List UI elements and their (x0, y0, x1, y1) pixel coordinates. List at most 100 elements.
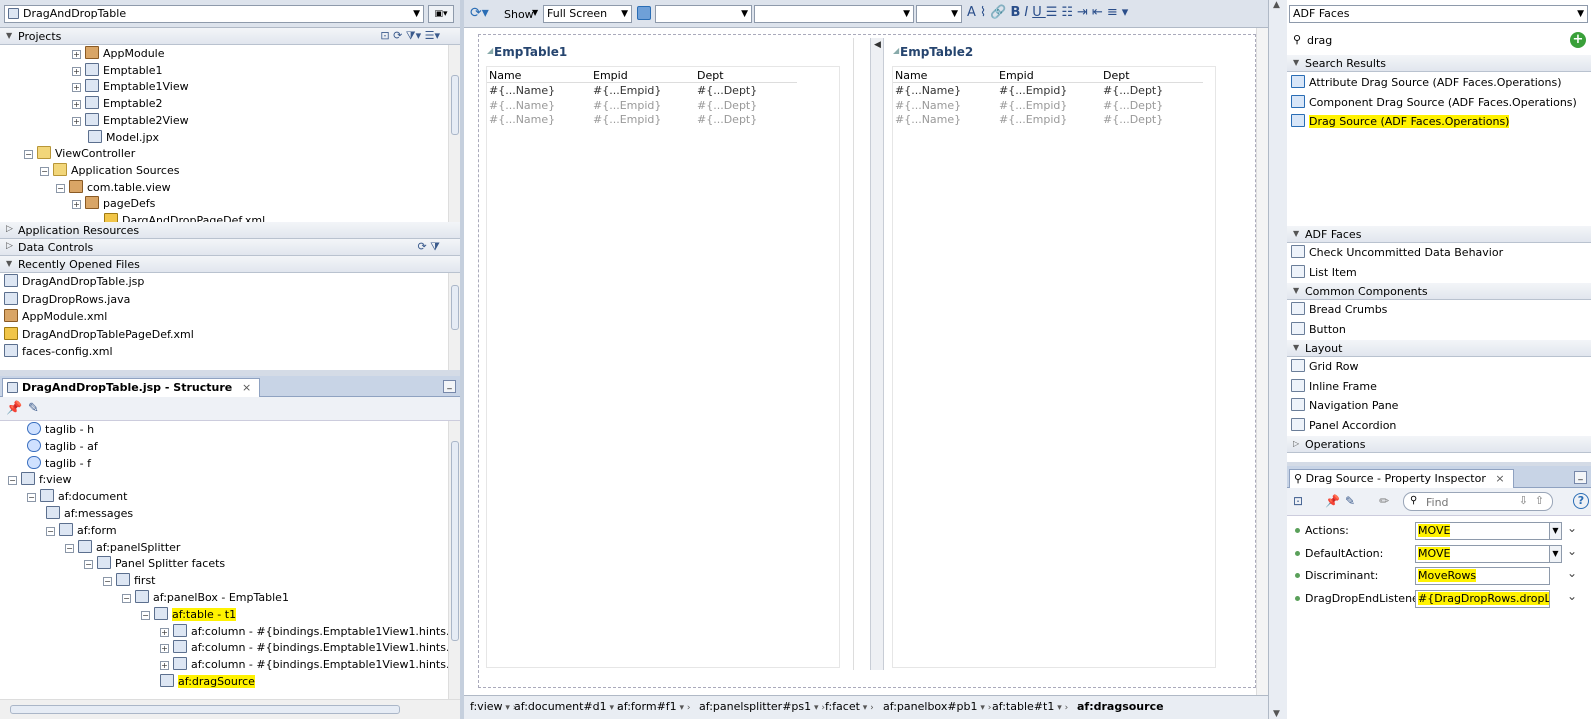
find-input[interactable] (1426, 495, 1506, 509)
structure-node[interactable]: − first (103, 572, 156, 589)
tree-node[interactable]: DargAndDropPageDef.xml (104, 212, 265, 222)
find-up-icon[interactable]: ⇧ (1535, 494, 1544, 507)
outdent-icon[interactable]: ⇤ (1092, 5, 1107, 20)
collapse-icon[interactable]: − (122, 594, 131, 603)
breadcrumb-item[interactable]: af:panelsplitter#ps1 ▾ › (699, 699, 825, 715)
chevron-down-icon[interactable]: ⌄ (1567, 564, 1577, 582)
table-cell[interactable]: #{...Name} (489, 99, 555, 112)
projects-header[interactable]: ▼ Projects ⊡ ⟳ ⧩▾ ☰▾ (0, 28, 460, 45)
link-icon[interactable]: 🔗 (990, 5, 1010, 20)
panelbox-emptable1[interactable]: ◢ EmpTable1 Name Empid Dept #{...Name} #{...… (482, 38, 854, 670)
collapse-icon[interactable]: − (103, 577, 112, 587)
expand-icon[interactable]: + (160, 661, 169, 671)
property-field[interactable]: MOVE (1415, 544, 1550, 563)
structure-node[interactable]: − af:panelSplitter (65, 539, 180, 556)
minimize-button[interactable]: _ (443, 380, 456, 393)
table-cell[interactable]: #{...Empid} (593, 84, 661, 97)
app-resources-header[interactable]: ▷ Application Resources (0, 222, 460, 239)
structure-node[interactable]: − af:form (46, 522, 117, 539)
table-cell[interactable]: #{...Name} (895, 113, 961, 126)
structure-node[interactable]: taglib - h (27, 421, 94, 438)
expand-icon[interactable]: + (72, 100, 81, 110)
text-color-icon[interactable]: A (967, 5, 980, 20)
palette-item[interactable]: Grid Row (1291, 358, 1358, 375)
tree-node[interactable]: + Emptable1View (72, 78, 189, 95)
table-cell[interactable]: #{...Empid} (999, 84, 1067, 97)
find-box[interactable]: ⚲ ⇩ ⇧ (1403, 492, 1553, 511)
palette-item[interactable]: Navigation Pane (1291, 397, 1398, 414)
palette-item[interactable]: Panel Accordion (1291, 417, 1396, 434)
collapse-icon[interactable]: − (141, 610, 150, 620)
table-cell[interactable]: #{...Empid} (593, 113, 661, 126)
chevron-down-icon[interactable]: ▾ › (978, 703, 991, 713)
breadcrumb-item[interactable]: f:facet ▾ › (825, 699, 874, 715)
edit-icon[interactable]: ✎ (1345, 494, 1355, 508)
panelbox-emptable2[interactable]: ◢ EmpTable2 Name Empid Dept #{...Name} #{...… (888, 38, 1250, 670)
palette-item[interactable]: List Item (1291, 264, 1357, 281)
structure-node[interactable]: − af:table - t1 (141, 606, 237, 623)
pin-icon[interactable]: 📌 (6, 401, 22, 416)
column-header[interactable]: Dept (1103, 69, 1130, 82)
table-cell[interactable]: #{...Dept} (697, 113, 757, 126)
palette-item[interactable]: Inline Frame (1291, 378, 1377, 395)
table-cell[interactable]: #{...Name} (489, 113, 555, 126)
recent-file-item[interactable]: faces-config.xml (4, 343, 113, 360)
collapse-icon[interactable]: − (56, 183, 65, 193)
tree-node[interactable]: − com.table.view (56, 179, 171, 196)
table-cell[interactable]: #{...Dept} (697, 84, 757, 97)
projects-scrollbar[interactable] (448, 45, 460, 222)
breadcrumb-item[interactable]: f:view ▾ › (470, 699, 516, 715)
column-header[interactable]: Empid (999, 69, 1034, 82)
chevron-down-icon[interactable]: ▼ (1549, 522, 1562, 540)
structure-node[interactable]: − Panel Splitter facets (84, 555, 225, 572)
table-cell[interactable]: #{...Dept} (1103, 84, 1163, 97)
collapse-icon[interactable]: − (8, 476, 17, 486)
recent-file-item[interactable]: AppModule.xml (4, 308, 107, 325)
column-header[interactable]: Dept (697, 69, 724, 82)
pin-icon[interactable]: 📌 (1325, 494, 1340, 508)
structure-node[interactable]: af:messages (46, 505, 133, 522)
expand-icon[interactable]: + (72, 66, 81, 76)
table-cell[interactable]: #{...Dept} (697, 99, 757, 112)
search-results-header[interactable]: ▼ Search Results (1287, 55, 1591, 72)
tree-node[interactable]: + Emptable2View (72, 112, 189, 129)
chevron-down-icon[interactable]: ▾ › (860, 703, 874, 713)
table-cell[interactable]: #{...Name} (489, 84, 555, 97)
find-down-icon[interactable]: ⇩ (1519, 494, 1528, 507)
select-icon[interactable]: ⊡ (1293, 494, 1303, 508)
collapse-arrow-icon[interactable]: ◀ (874, 40, 881, 50)
underline-icon[interactable]: U (1032, 5, 1046, 20)
chevron-down-icon[interactable]: ▼ (1549, 544, 1562, 563)
right-divider[interactable]: ▲ ▼ (1268, 0, 1287, 719)
collapse-icon[interactable]: − (40, 166, 49, 176)
chevron-down-icon[interactable]: ⌄ (1567, 542, 1577, 560)
format-toolbar[interactable]: A⌇🔗BIU☰☷⇥⇤≡▾ (967, 5, 1132, 20)
tree-node[interactable]: + Emptable1 (72, 62, 163, 79)
expand-icon[interactable]: + (72, 200, 81, 210)
expand-icon[interactable]: + (72, 83, 81, 93)
tree-node[interactable]: + pageDefs (72, 195, 155, 212)
project-toolbar-icons[interactable]: ⊡ ⟳ ⧩▾ ☰▾ (380, 29, 440, 43)
palette-result-item[interactable]: Component Drag Source (ADF Faces.Operati… (1291, 94, 1577, 111)
tab-property-inspector[interactable]: ⚲ Drag Source - Property Inspector × (1289, 469, 1514, 488)
structure-node[interactable]: + af:column - #{bindings.Emptable1View1.h… (160, 656, 460, 673)
palette-result-item[interactable]: Drag Source (ADF Faces.Operations) (1291, 113, 1510, 130)
recent-file-item[interactable]: DragAndDropTable.jsp (4, 273, 144, 290)
expand-icon[interactable]: + (72, 50, 81, 59)
table-cell[interactable]: #{...Name} (895, 99, 961, 112)
bold-icon[interactable]: B (1010, 5, 1024, 20)
highlight-icon[interactable]: ⌇ (980, 5, 990, 20)
pencil-icon[interactable]: ✏ (1379, 494, 1389, 508)
structure-node[interactable]: − af:panelBox - EmpTable1 (122, 589, 289, 606)
collapse-icon[interactable]: − (46, 526, 55, 536)
column-header[interactable]: Name (895, 69, 927, 82)
table-cell[interactable]: #{...Empid} (593, 99, 661, 112)
recent-file-item[interactable]: DragAndDropTablePageDef.xml (4, 326, 194, 343)
emptable2[interactable]: Name Empid Dept #{...Name} #{...Empid} #{...D… (892, 66, 1216, 668)
chevron-down-icon[interactable]: ⌄ (1567, 587, 1577, 605)
collapse-icon[interactable]: − (84, 560, 93, 570)
tree-node[interactable]: + Emptable2 (72, 95, 163, 112)
table-cell[interactable]: #{...Empid} (999, 99, 1067, 112)
font-select[interactable]: ▼ (754, 5, 914, 23)
structure-node[interactable]: taglib - f (27, 455, 91, 472)
